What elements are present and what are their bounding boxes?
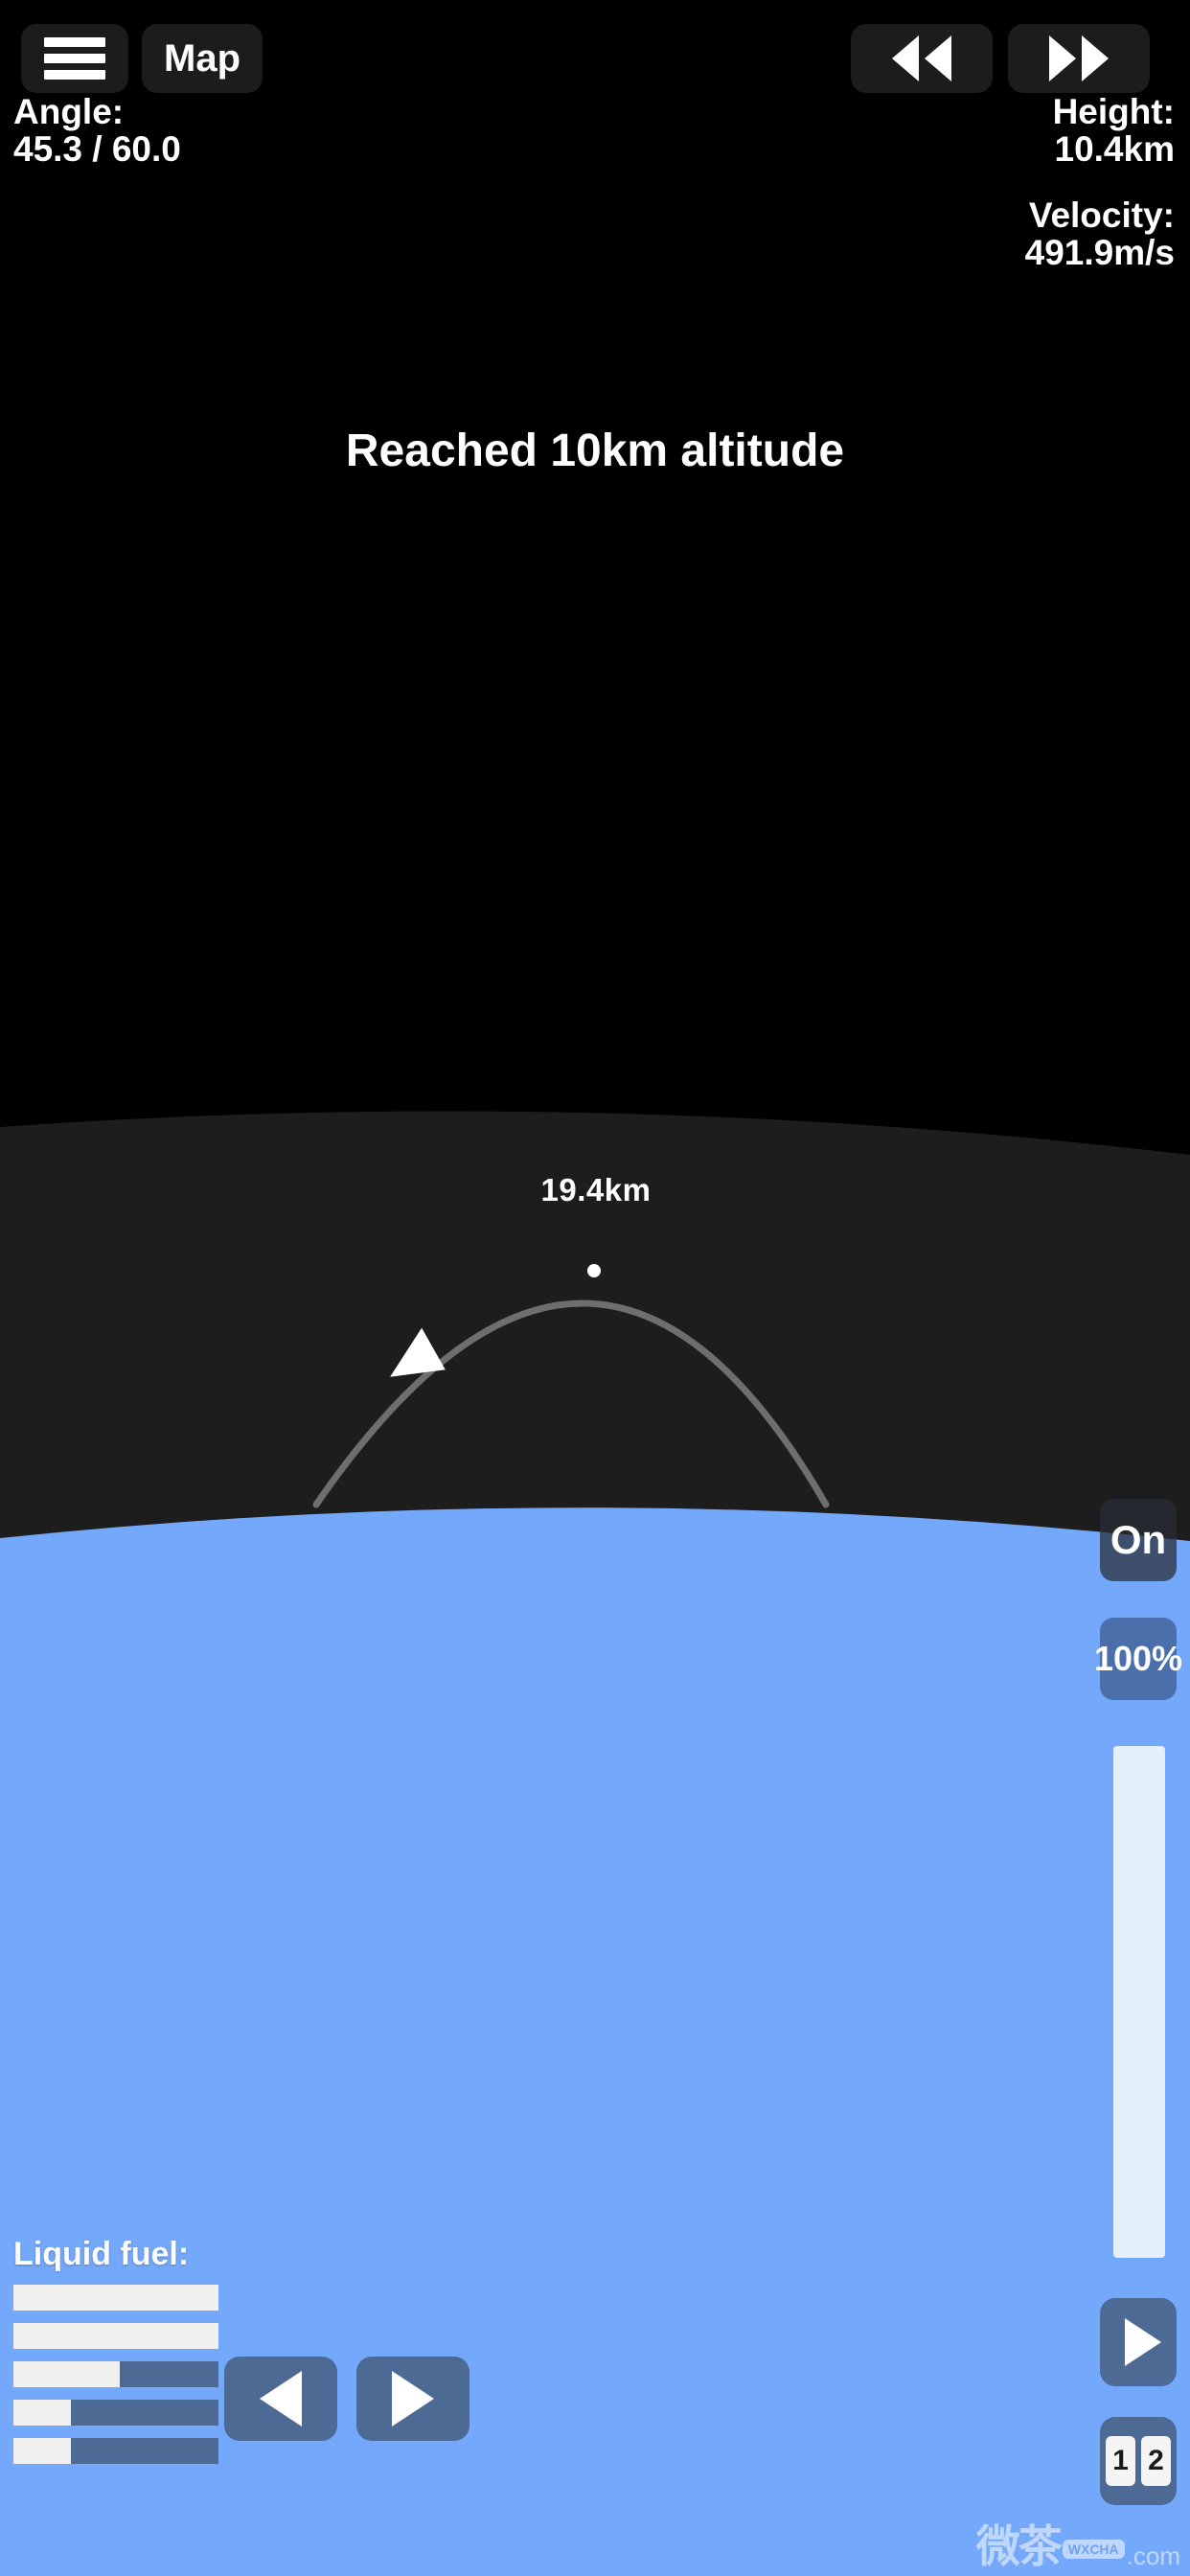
fuel-bar-1-fill — [13, 2285, 218, 2311]
apoapsis-dot — [587, 1264, 601, 1277]
apoapsis-value: 19.4km — [540, 1172, 652, 1208]
throttle-percent-button[interactable]: 100% — [1094, 1618, 1182, 1700]
triangle-right-icon — [392, 2371, 434, 2426]
angle-value: 45.3 / 60.0 — [13, 128, 181, 169]
fuel-bar-3 — [13, 2361, 218, 2387]
fast-forward-icon — [1049, 35, 1109, 81]
map-button[interactable]: Map — [142, 24, 263, 93]
fuel-bar-1 — [13, 2285, 218, 2311]
world-svg — [0, 0, 1190, 2576]
rotate-right-button[interactable] — [356, 2357, 469, 2441]
time-rewind-button[interactable] — [851, 24, 993, 93]
hamburger-menu-icon — [44, 37, 105, 80]
map-button-label: Map — [164, 36, 240, 80]
height-block: Height: 10.4km — [1025, 92, 1176, 169]
angle-label: Angle: — [13, 92, 125, 131]
world-background — [0, 0, 1190, 2576]
height-value: 10.4km — [1054, 128, 1176, 169]
angle-block: Angle: 45.3 / 60.0 — [13, 92, 181, 169]
rotate-left-button[interactable] — [224, 2357, 337, 2441]
notification-message: Reached 10km altitude — [345, 426, 845, 476]
throttle-slider[interactable] — [1113, 1746, 1165, 2258]
throttle-slider-fill — [1113, 1746, 1165, 2258]
menu-button[interactable] — [21, 24, 128, 93]
fuel-gauge: Liquid fuel: — [13, 2236, 234, 2476]
rcs-activate-button[interactable] — [1100, 2298, 1177, 2386]
engine-toggle-button[interactable]: On — [1100, 1499, 1177, 1581]
fuel-bar-4 — [13, 2400, 218, 2426]
fuel-bar-3-fill — [13, 2361, 121, 2387]
fuel-bar-2 — [13, 2323, 218, 2349]
height-label: Height: — [1052, 92, 1175, 131]
engine-toggle-label: On — [1110, 1517, 1167, 1562]
throttle-percent-label: 100% — [1093, 1639, 1183, 1678]
velocity-block: Velocity: 491.9m/s — [1024, 195, 1175, 272]
stage-panel[interactable]: 1 2 — [1100, 2417, 1177, 2505]
velocity-label: Velocity: — [1028, 195, 1175, 235]
hud-angle-readout: Angle: 45.3 / 60.0 — [13, 92, 181, 169]
apoapsis-label: 19.4km — [0, 1172, 1190, 1208]
velocity-value: 491.9m/s — [1024, 232, 1175, 272]
fuel-gauge-title: Liquid fuel: — [13, 2236, 190, 2272]
hud-telemetry-readout: Height: 10.4km Velocity: 491.9m/s — [1024, 92, 1176, 272]
fuel-bar-5 — [13, 2438, 218, 2464]
stage-card-2[interactable]: 2 — [1141, 2436, 1171, 2486]
triangle-left-icon — [260, 2371, 302, 2426]
game-screen: 19.4km Map Angle: 45.3 / 60.0 Height: 10… — [0, 0, 1190, 2576]
stage-card-1[interactable]: 1 — [1106, 2436, 1135, 2486]
fuel-bar-4-fill — [13, 2400, 71, 2426]
fuel-bar-5-fill — [13, 2438, 71, 2464]
play-triangle-icon — [1125, 2318, 1161, 2366]
time-forward-button[interactable] — [1008, 24, 1150, 93]
fuel-bar-2-fill — [13, 2323, 218, 2349]
rewind-icon — [892, 35, 951, 81]
